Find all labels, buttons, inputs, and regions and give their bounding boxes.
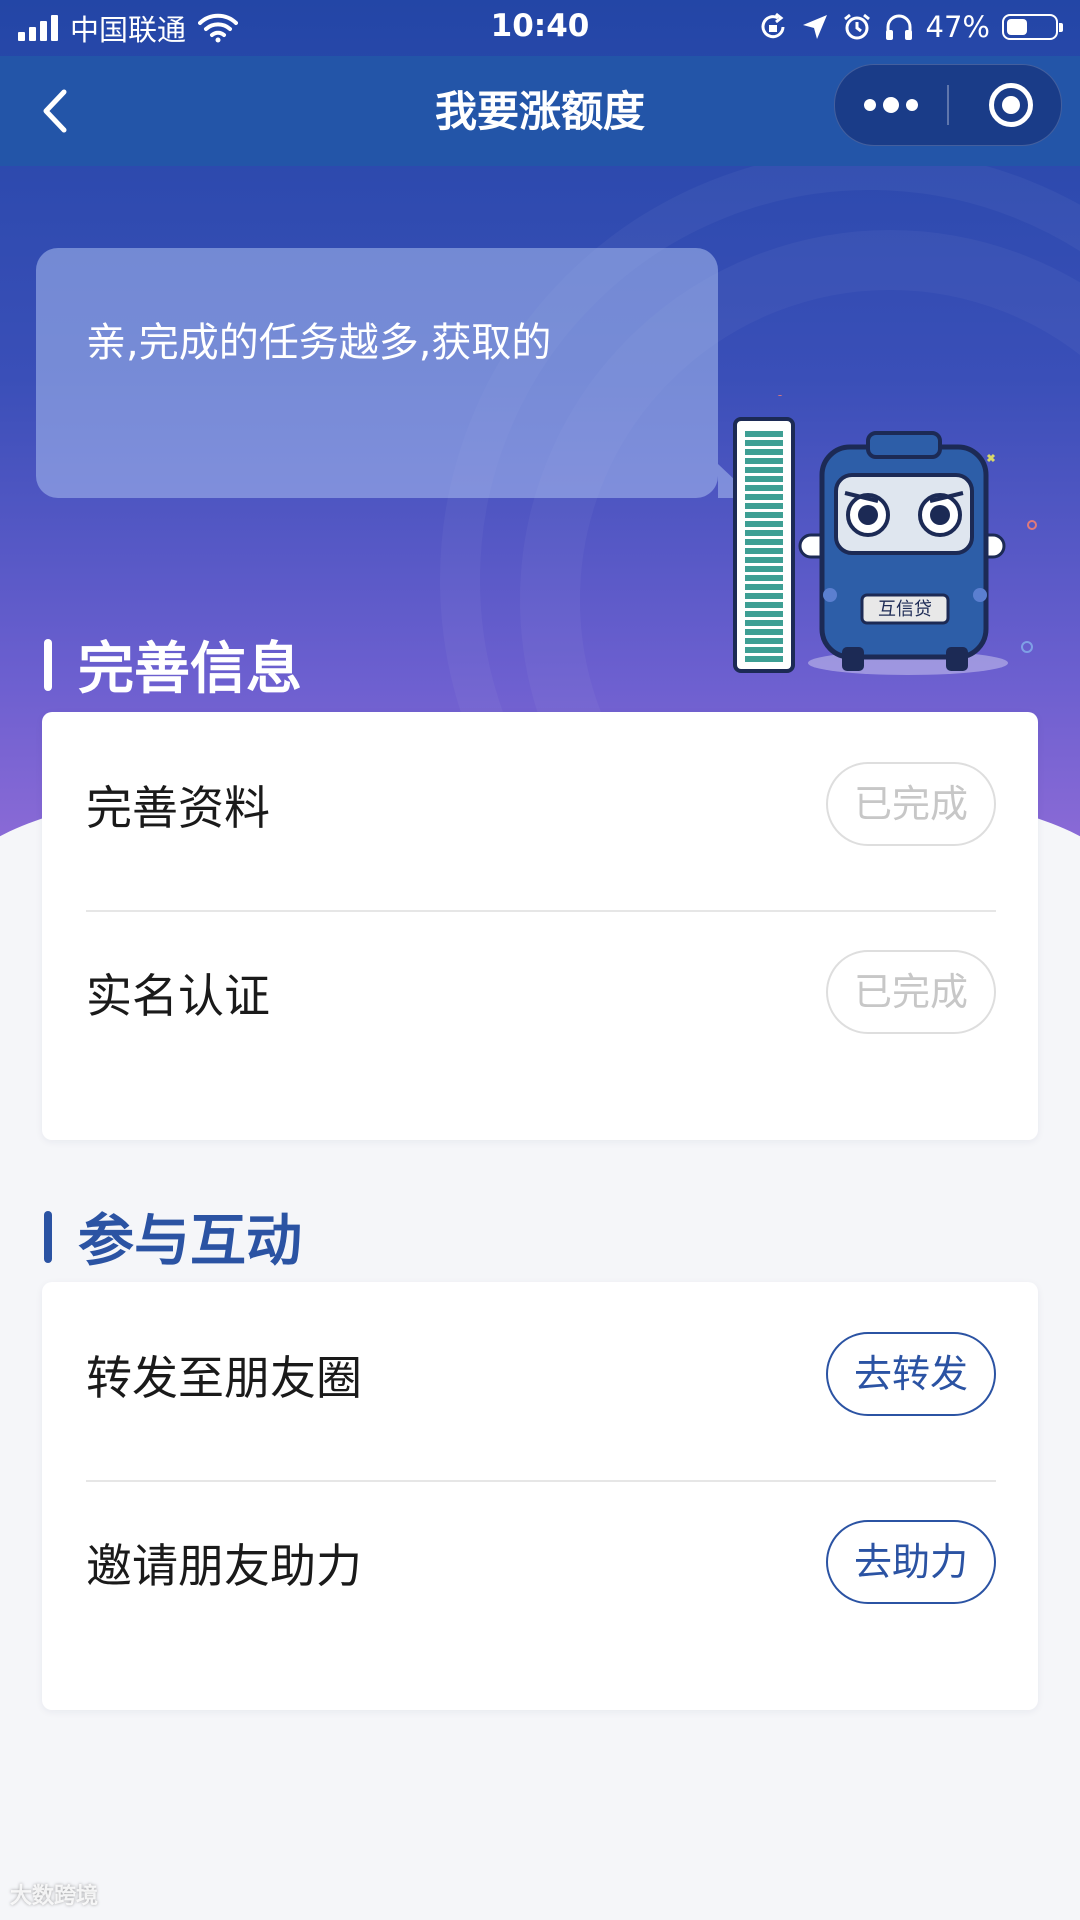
task-card-profile: 完善资料 已完成 实名认证 已完成 <box>42 712 1038 1140</box>
gauge-stripe <box>745 458 783 464</box>
task-row: 完善资料 已完成 <box>42 712 1038 900</box>
gauge-stripe <box>745 593 783 599</box>
location-arrow-icon <box>802 15 827 39</box>
headphones-icon <box>885 14 912 40</box>
gauge-stripe <box>745 602 783 608</box>
watermark-logo: 大数跨境 <box>10 1884 99 1909</box>
mascot-illustration: 互信贷 <box>733 395 1037 675</box>
task-label: 实名认证 <box>86 969 270 1023</box>
gauge-stripe <box>745 611 783 617</box>
completed-button[interactable]: 已完成 <box>826 950 996 1034</box>
capsule-divider <box>947 85 949 125</box>
hint-bubble: 亲,完成的任务越多,获取的 <box>36 248 754 498</box>
section-title-text: 完善信息 <box>78 637 302 702</box>
mascot-plate-text: 互信贷 <box>878 599 932 620</box>
gauge-stripe <box>745 629 783 635</box>
task-label: 邀请朋友助力 <box>86 1539 362 1593</box>
task-row: 实名认证 已完成 <box>42 900 1038 1088</box>
rotation-lock-icon <box>761 12 785 39</box>
task-row: 邀请朋友助力 去助力 <box>42 1470 1038 1658</box>
gauge-stripe <box>745 485 783 491</box>
battery-percent: 47% <box>925 10 990 44</box>
section-title-profile: 完善信息 <box>44 624 302 705</box>
gauge-stripe <box>745 476 783 482</box>
section-bar <box>44 638 52 691</box>
gauge-stripe <box>745 440 783 446</box>
gauge-stripe <box>745 584 783 590</box>
gauge-stripe <box>745 431 783 437</box>
gauge-stripe <box>745 494 783 500</box>
task-card-interaction: 转发至朋友圈 去转发 邀请朋友助力 去助力 <box>42 1282 1038 1710</box>
task-row: 转发至朋友圈 去转发 <box>42 1282 1038 1470</box>
gauge-stripe <box>745 575 783 581</box>
section-title-interaction: 参与互动 <box>44 1196 302 1277</box>
gauge-stripe <box>745 521 783 527</box>
gauge-stripe <box>745 512 783 518</box>
gauge-stripe <box>745 503 783 509</box>
completed-button[interactable]: 已完成 <box>826 762 996 846</box>
task-label: 转发至朋友圈 <box>86 1351 362 1405</box>
share-to-moments-button[interactable]: 去转发 <box>826 1332 996 1416</box>
target-circle-icon[interactable] <box>989 83 1033 127</box>
task-label: 完善资料 <box>86 781 270 835</box>
nav-bar: 我要涨额度 <box>0 56 1080 166</box>
alarm-icon <box>843 13 870 40</box>
gauge-stripe <box>745 656 783 662</box>
gauge-stripe <box>745 449 783 455</box>
section-bar <box>44 1210 52 1263</box>
gauge-stripe <box>745 530 783 536</box>
mini-program-capsule <box>834 64 1062 146</box>
gauge-stripe <box>745 548 783 554</box>
status-bar: 中国联通 10:40 47% <box>0 0 1080 56</box>
gauge-stripe <box>745 557 783 563</box>
more-dots-icon[interactable] <box>835 65 947 145</box>
hint-text: 亲,完成的任务越多,获取的 <box>86 320 552 366</box>
gauge-stripe <box>745 539 783 545</box>
gauge-stripe <box>745 638 783 644</box>
gauge-stripe <box>745 647 783 653</box>
invite-friends-button[interactable]: 去助力 <box>826 1520 996 1604</box>
gauge-stripe <box>745 467 783 473</box>
gauge-stripe <box>745 620 783 626</box>
section-title-text: 参与互动 <box>78 1209 302 1274</box>
gauge-stripe <box>745 566 783 572</box>
battery-icon <box>1002 14 1063 40</box>
